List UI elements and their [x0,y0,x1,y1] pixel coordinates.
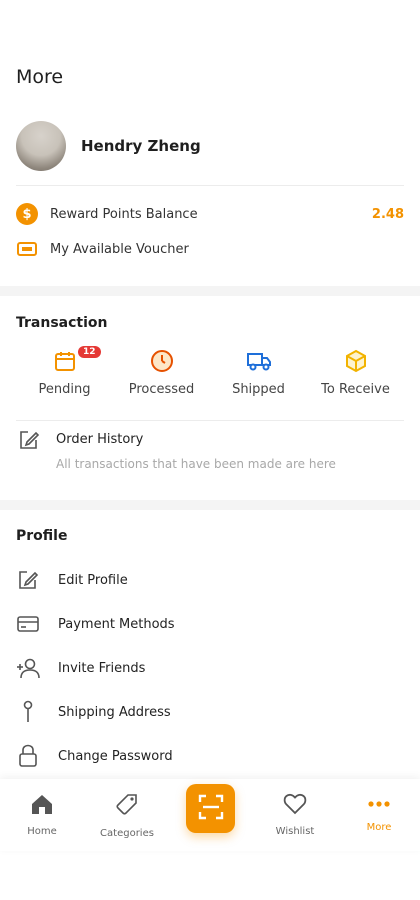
transaction-title: Transaction [16,315,108,331]
calendar-icon [52,348,78,374]
divider [16,185,404,186]
nav-more-label: More [366,822,392,833]
truck-icon [246,348,272,374]
add-user-icon [16,656,40,680]
voucher-row[interactable]: My Available Voucher [16,236,404,262]
edit-icon [18,429,40,455]
nav-home[interactable]: Home [2,793,82,837]
tx-processed[interactable]: Processed [113,348,210,404]
reward-points-row[interactable]: $ Reward Points Balance 2.48 [16,201,404,227]
tx-shipped-label: Shipped [232,382,285,397]
box-icon [343,348,369,374]
shipping-address-label: Shipping Address [58,704,171,720]
scan-button[interactable] [186,784,235,833]
shipping-address-item[interactable]: Shipping Address [16,698,404,726]
invite-friends-label: Invite Friends [58,660,146,676]
heart-icon [283,793,307,819]
tx-pending-label: Pending [38,382,91,397]
more-icon [367,793,391,815]
page-title: More [16,66,64,88]
nav-more[interactable]: More [339,793,419,833]
home-icon [30,793,54,819]
avatar[interactable] [16,121,66,171]
pending-badge: 12 [78,346,101,358]
transaction-section: Transaction 12 Pending Processed Shipped [0,296,420,500]
card-icon [16,612,40,636]
edit-profile-item[interactable]: Edit Profile [16,566,404,594]
scan-icon [198,794,224,824]
payment-methods-item[interactable]: Payment Methods [16,610,404,638]
nav-wishlist-label: Wishlist [275,826,315,837]
nav-categories[interactable]: Categories [87,793,167,839]
order-history-label: Order History [56,432,144,447]
coin-icon: $ [16,203,38,225]
user-name: Hendry Zheng [81,137,201,155]
lock-icon [16,744,40,768]
profile-title: Profile [16,528,68,544]
tx-to-receive[interactable]: To Receive [307,348,404,404]
nav-categories-label: Categories [100,828,154,839]
divider [16,420,404,421]
order-history-subtitle: All transactions that have been made are… [56,457,336,471]
profile-section: Profile Edit Profile Payment Methods Inv… [0,510,420,780]
tx-pending[interactable]: 12 Pending [16,346,113,404]
reward-points-label: Reward Points Balance [50,206,198,222]
tag-icon [115,793,139,821]
clock-icon [149,348,175,374]
change-password-item[interactable]: Change Password [16,742,404,770]
bottom-nav: Home Categories Wishlist More [0,779,420,851]
tx-processed-label: Processed [128,382,195,397]
nav-home-label: Home [27,826,57,837]
reward-points-value: 2.48 [371,206,404,222]
edit-profile-label: Edit Profile [58,572,128,588]
voucher-label: My Available Voucher [50,241,189,257]
section-separator [0,286,420,296]
change-password-label: Change Password [58,748,173,764]
user-card: Hendry Zheng $ Reward Points Balance 2.4… [0,108,420,284]
transaction-status-row: 12 Pending Processed Shipped To Receive [0,346,420,404]
header: More [0,0,420,104]
tx-to-receive-label: To Receive [321,382,390,397]
pin-icon [16,700,40,724]
payment-methods-label: Payment Methods [58,616,175,632]
nav-wishlist[interactable]: Wishlist [255,793,335,837]
edit-icon [16,568,40,592]
section-separator [0,500,420,510]
invite-friends-item[interactable]: Invite Friends [16,654,404,682]
voucher-icon [16,238,38,260]
tx-shipped[interactable]: Shipped [210,348,307,404]
